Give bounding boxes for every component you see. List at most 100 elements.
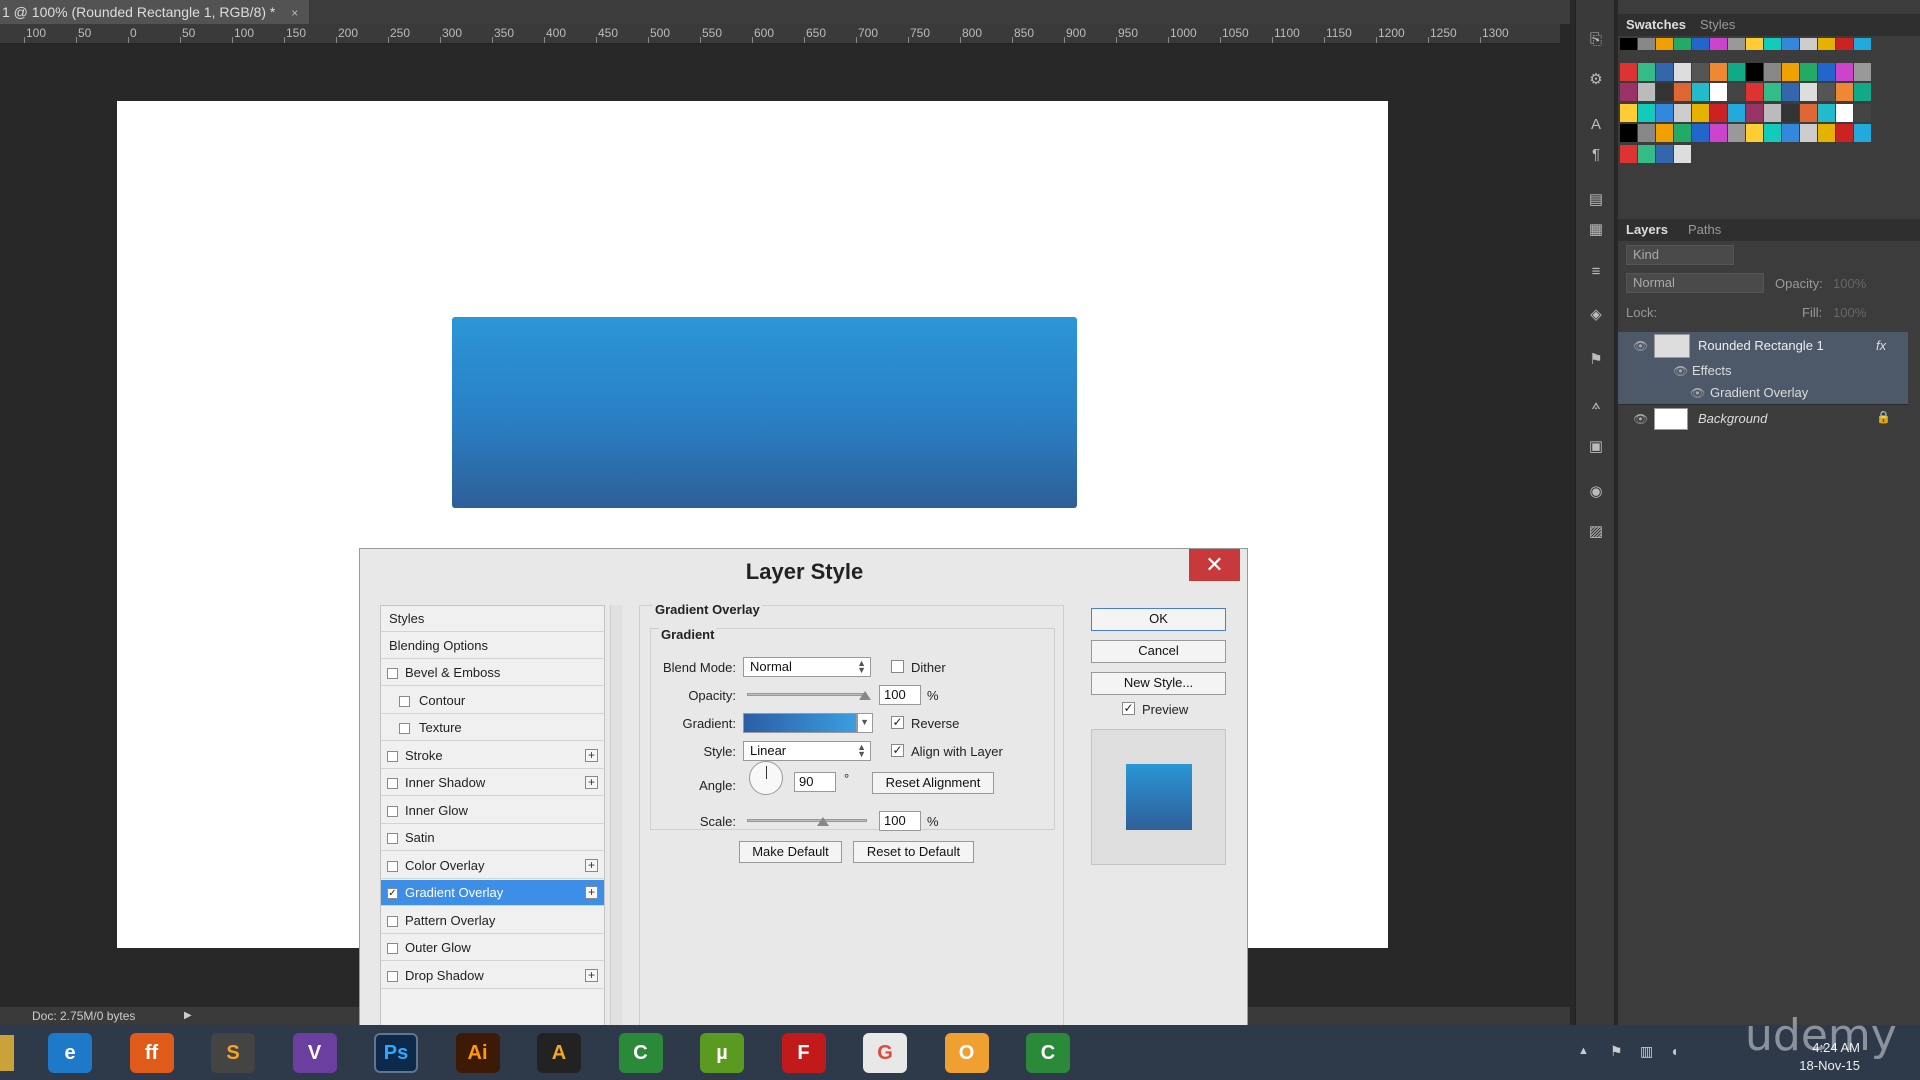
reverse-checkbox[interactable]: ✓ bbox=[891, 716, 904, 729]
style-item-checkbox[interactable] bbox=[387, 750, 398, 762]
color-swatch[interactable] bbox=[1854, 62, 1871, 81]
opacity-slider-thumb[interactable] bbox=[859, 691, 871, 700]
color-swatch[interactable] bbox=[1836, 83, 1853, 101]
color-swatch[interactable] bbox=[1638, 103, 1655, 122]
add-effect-plus-icon[interactable]: + bbox=[585, 886, 598, 899]
ok-button[interactable]: OK bbox=[1091, 608, 1226, 631]
clone-source-icon[interactable]: ◉ bbox=[1586, 482, 1606, 502]
color-swatch[interactable] bbox=[1800, 62, 1817, 81]
fill-value[interactable]: 100% bbox=[1833, 305, 1866, 320]
color-swatch[interactable] bbox=[1800, 124, 1817, 142]
color-swatch[interactable] bbox=[1764, 124, 1781, 142]
network-icon[interactable]: ▥ bbox=[1640, 1043, 1653, 1060]
gradient-style-select[interactable]: Linear ▲ ▼ bbox=[743, 741, 871, 761]
color-swatch[interactable] bbox=[1800, 83, 1817, 101]
color-swatch[interactable] bbox=[1620, 144, 1637, 163]
style-item-checkbox[interactable] bbox=[387, 668, 398, 679]
color-swatch[interactable] bbox=[1674, 83, 1691, 101]
color-swatch[interactable] bbox=[1710, 124, 1727, 142]
color-swatch[interactable] bbox=[1656, 62, 1673, 81]
flag-icon[interactable]: ⚑ bbox=[1610, 1043, 1623, 1060]
color-swatch[interactable] bbox=[1656, 144, 1673, 163]
taskbar-app-icon[interactable]: ff bbox=[129, 1033, 174, 1073]
taskbar-app-icon[interactable]: µ bbox=[700, 1033, 744, 1073]
color-swatch[interactable] bbox=[1620, 124, 1637, 142]
color-swatch[interactable] bbox=[1854, 38, 1871, 50]
effects-eye-icon[interactable]: 👁 bbox=[1673, 364, 1688, 378]
color-swatch[interactable] bbox=[1692, 83, 1709, 101]
dither-checkbox[interactable] bbox=[891, 660, 904, 673]
new-style-button[interactable]: New Style... bbox=[1091, 672, 1226, 695]
color-swatch[interactable] bbox=[1638, 62, 1655, 81]
color-swatch[interactable] bbox=[1710, 83, 1727, 101]
tab-layers[interactable]: Layers bbox=[1626, 222, 1668, 237]
color-swatch[interactable] bbox=[1782, 103, 1799, 122]
style-item-checkbox[interactable]: ✓ bbox=[387, 888, 398, 899]
document-tab-close-icon[interactable]: × bbox=[291, 6, 298, 20]
document-tab[interactable]: 1 @ 100% (Rounded Rectangle 1, RGB/8) * … bbox=[0, 0, 310, 24]
color-swatch[interactable] bbox=[1674, 144, 1691, 163]
color-swatch[interactable] bbox=[1638, 38, 1655, 50]
opacity-input[interactable]: 100 bbox=[879, 685, 921, 705]
color-swatch[interactable] bbox=[1818, 62, 1835, 81]
style-item-bevel-emboss[interactable]: Bevel & Emboss bbox=[381, 660, 604, 686]
actions-icon[interactable]: ⚑ bbox=[1586, 350, 1606, 370]
color-swatch[interactable] bbox=[1854, 83, 1871, 101]
color-swatch[interactable] bbox=[1620, 62, 1637, 81]
color-swatch[interactable] bbox=[1674, 62, 1691, 81]
color-swatch[interactable] bbox=[1800, 38, 1817, 50]
color-swatch[interactable] bbox=[1782, 83, 1799, 101]
make-default-button[interactable]: Make Default bbox=[739, 841, 842, 863]
color-swatch[interactable] bbox=[1692, 38, 1709, 50]
style-item-checkbox[interactable] bbox=[399, 723, 410, 734]
color-swatch[interactable] bbox=[1656, 83, 1673, 101]
style-item-outer-glow[interactable]: Outer Glow bbox=[381, 935, 604, 961]
color-swatch[interactable] bbox=[1746, 103, 1763, 122]
color-swatch[interactable] bbox=[1656, 103, 1673, 122]
notes-icon[interactable]: ▦ bbox=[1586, 220, 1606, 240]
color-swatch[interactable] bbox=[1746, 124, 1763, 142]
color-swatch[interactable] bbox=[1674, 103, 1691, 122]
style-item-checkbox[interactable] bbox=[387, 778, 398, 789]
color-swatch[interactable] bbox=[1818, 38, 1835, 50]
color-swatch[interactable] bbox=[1782, 124, 1799, 142]
taskbar-app-icon[interactable]: Ai bbox=[455, 1033, 500, 1073]
taskbar-app-icon[interactable]: C bbox=[1026, 1033, 1070, 1073]
opacity-slider[interactable] bbox=[747, 693, 867, 696]
blending-options-item[interactable]: Blending Options bbox=[381, 633, 604, 659]
styles-header-item[interactable]: Styles bbox=[381, 606, 604, 632]
style-item-checkbox[interactable] bbox=[387, 860, 398, 872]
style-item-checkbox[interactable] bbox=[387, 915, 398, 927]
color-swatch[interactable] bbox=[1638, 144, 1655, 163]
color-swatch[interactable] bbox=[1854, 124, 1871, 142]
tab-swatches[interactable]: Swatches bbox=[1626, 17, 1686, 32]
history-icon[interactable]: ⎘ bbox=[1586, 30, 1606, 50]
taskbar-app-icon[interactable]: O bbox=[944, 1033, 989, 1073]
color-swatch[interactable] bbox=[1728, 62, 1745, 81]
style-item-texture[interactable]: Texture bbox=[381, 715, 604, 741]
taskbar-app-icon[interactable]: S bbox=[211, 1033, 255, 1073]
layer-effects-row[interactable]: 👁 Effects bbox=[1618, 360, 1908, 382]
gradient-overlay-eye-icon[interactable]: 👁 bbox=[1690, 386, 1705, 400]
color-swatch[interactable] bbox=[1836, 124, 1853, 142]
color-swatch[interactable] bbox=[1818, 83, 1835, 101]
taskbar-app-icon[interactable]: A bbox=[537, 1033, 581, 1073]
color-swatch[interactable] bbox=[1728, 103, 1745, 122]
blend-mode-select[interactable]: Normal ▲ ▼ bbox=[743, 657, 871, 677]
style-item-satin[interactable]: Satin bbox=[381, 825, 604, 851]
color-swatch[interactable] bbox=[1764, 38, 1781, 50]
reset-to-default-button[interactable]: Reset to Default bbox=[853, 841, 974, 863]
color-swatch[interactable] bbox=[1818, 103, 1835, 122]
taskbar-app-icon[interactable]: G bbox=[863, 1033, 907, 1073]
layers-icon[interactable]: ◈ bbox=[1586, 305, 1606, 325]
color-swatch[interactable] bbox=[1728, 124, 1745, 142]
rounded-rectangle-shape[interactable] bbox=[452, 317, 1077, 508]
color-swatch[interactable] bbox=[1692, 124, 1709, 142]
tab-paths[interactable]: Paths bbox=[1688, 222, 1721, 237]
volume-icon[interactable]: ◖ bbox=[1670, 1043, 1678, 1059]
tray-expand-icon[interactable]: ▲ bbox=[1578, 1045, 1589, 1057]
layer-opacity-value[interactable]: 100% bbox=[1833, 276, 1866, 291]
color-swatch[interactable] bbox=[1764, 103, 1781, 122]
color-swatch[interactable] bbox=[1836, 62, 1853, 81]
taskbar-app-icon[interactable]: V bbox=[292, 1033, 337, 1073]
